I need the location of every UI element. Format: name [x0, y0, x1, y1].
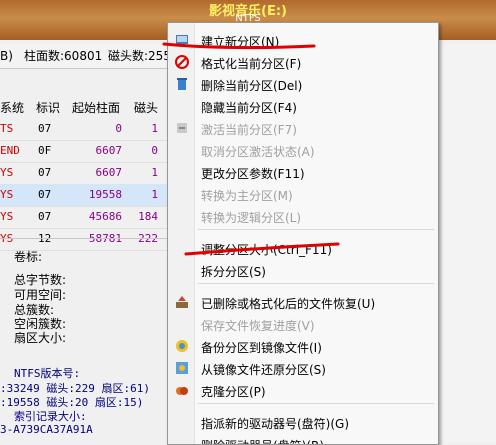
- backup-icon: [174, 338, 190, 354]
- menu-item-label: 已删除或格式化后的文件恢复(U): [201, 297, 376, 311]
- red-underline-1: [162, 42, 316, 50]
- menu-item-label: 拆分分区(S): [201, 265, 266, 279]
- menu-separator: [198, 283, 434, 284]
- format-icon: [174, 54, 190, 70]
- menu-item-label: 克隆分区(P): [201, 385, 266, 399]
- menu-item[interactable]: 隐藏当前分区(F4): [168, 95, 438, 117]
- clone-icon: [174, 382, 190, 398]
- id-cell: 07: [38, 188, 52, 201]
- menu-item-label: 转换为主分区(M): [201, 189, 293, 203]
- menu-item-label: 隐藏当前分区(F4): [201, 101, 297, 115]
- id-cell: 07: [38, 166, 52, 179]
- col-header-start[interactable]: 起始柱面: [72, 99, 120, 116]
- menu-item-label: 取消分区激活状态(A): [201, 145, 315, 159]
- id-cell: 07: [38, 122, 52, 135]
- table-row[interactable]: YS 07 6607 1: [0, 162, 170, 185]
- menu-item-label: 激活当前分区(F7): [201, 123, 297, 137]
- start-cylinder-cell: 6607: [95, 166, 123, 179]
- menu-item[interactable]: 激活当前分区(F7): [168, 117, 438, 139]
- col-header-fs[interactable]: 系统: [0, 99, 24, 116]
- menu-item-label: 删除当前分区(Del): [201, 79, 303, 93]
- head-cell: 1: [151, 122, 158, 135]
- table-row[interactable]: TS 07 0 1: [0, 118, 170, 141]
- index-size-label: 索引记录大小:: [14, 410, 87, 423]
- serial-number: 3-A739CA37A91A: [0, 423, 93, 436]
- menu-separator: [198, 403, 434, 404]
- recover-icon: [174, 294, 190, 310]
- menu-item-label: 备份分区到镜像文件(I): [201, 341, 322, 355]
- menu-item[interactable]: 删除当前分区(Del): [168, 73, 438, 95]
- start-cylinder-cell: 45686: [88, 210, 122, 223]
- col-header-head[interactable]: 磁头: [134, 99, 158, 116]
- head-cell: 1: [151, 188, 158, 201]
- table-header: 系统 标识 起始柱面 磁头: [0, 96, 170, 118]
- right-panel: [438, 44, 496, 443]
- table-row[interactable]: YS 07 45686 184: [0, 206, 170, 229]
- context-menu: 建立新分区(N) 格式化当前分区(F) 删除当前分区(Del) 隐藏当前分区(F4) 激…: [167, 22, 439, 445]
- id-cell: 07: [38, 210, 52, 223]
- restore-icon: [174, 360, 190, 376]
- volume-label: 卷标:: [14, 250, 43, 264]
- table-row[interactable]: END 0F 6607 0: [0, 140, 170, 163]
- fs-cell: END: [0, 144, 20, 157]
- id-cell: 0F: [38, 144, 52, 157]
- fs-cell: TS: [0, 122, 14, 135]
- info-prefix: B): [0, 49, 13, 63]
- menu-item[interactable]: 格式化当前分区(F): [168, 51, 438, 73]
- menu-item[interactable]: 删除驱动器号(盘符)(R): [168, 433, 438, 444]
- fs-cell: YS: [0, 188, 14, 201]
- menu-item[interactable]: 取消分区激活状态(A): [168, 139, 438, 161]
- fs-cell: YS: [0, 166, 14, 179]
- menu-item[interactable]: 更改分区参数(F11): [168, 161, 438, 183]
- menu-item[interactable]: 克隆分区(P): [168, 379, 438, 401]
- menu-item[interactable]: 转换为逻辑分区(L): [168, 205, 438, 227]
- head-cell: 0: [151, 144, 158, 157]
- menu-item-label: 保存文件恢复进度(V): [201, 319, 315, 333]
- menu-item[interactable]: 转换为主分区(M): [168, 183, 438, 205]
- start-cylinder-cell: 0: [115, 122, 122, 135]
- start-cylinder-cell: 19558: [88, 188, 122, 201]
- menu-item[interactable]: 拆分分区(S): [168, 259, 438, 281]
- fs-cell: YS: [0, 210, 14, 223]
- divider: [0, 238, 170, 239]
- menu-item-label: 更改分区参数(F11): [201, 167, 305, 181]
- menu-item-label: 格式化当前分区(F): [201, 57, 302, 71]
- menu-item[interactable]: 备份分区到镜像文件(I): [168, 335, 438, 357]
- menu-separator: [198, 229, 434, 230]
- red-underline-2: [184, 242, 340, 256]
- activate-icon: [174, 120, 190, 136]
- menu-item[interactable]: 已删除或格式化后的文件恢复(U): [168, 291, 438, 313]
- sector-size-label: 扇区大小:: [14, 331, 67, 345]
- delete-icon: [174, 76, 190, 92]
- menu-item-label: 转换为逻辑分区(L): [201, 211, 302, 225]
- head-cell: 184: [138, 210, 158, 223]
- menu-item-label: 删除驱动器号(盘符)(R): [201, 437, 324, 444]
- menu-item[interactable]: 指派新的驱动器号(盘符)(G): [168, 411, 438, 433]
- col-header-id[interactable]: 标识: [36, 99, 60, 116]
- start-cylinder-cell: 6607: [95, 144, 123, 157]
- menu-item[interactable]: 保存文件恢复进度(V): [168, 313, 438, 335]
- menu-item[interactable]: 从镜像文件还原分区(S): [168, 357, 438, 379]
- menu-item-label: 从镜像文件还原分区(S): [201, 363, 326, 377]
- head-cell: 1: [151, 166, 158, 179]
- menu-item-label: 指派新的驱动器号(盘符)(G): [201, 417, 350, 431]
- ntfs-version-label: NTFS版本号:: [14, 367, 81, 380]
- cylinders-count: 柱面数:60801: [24, 49, 103, 63]
- table-row[interactable]: YS 07 19558 1: [0, 184, 170, 207]
